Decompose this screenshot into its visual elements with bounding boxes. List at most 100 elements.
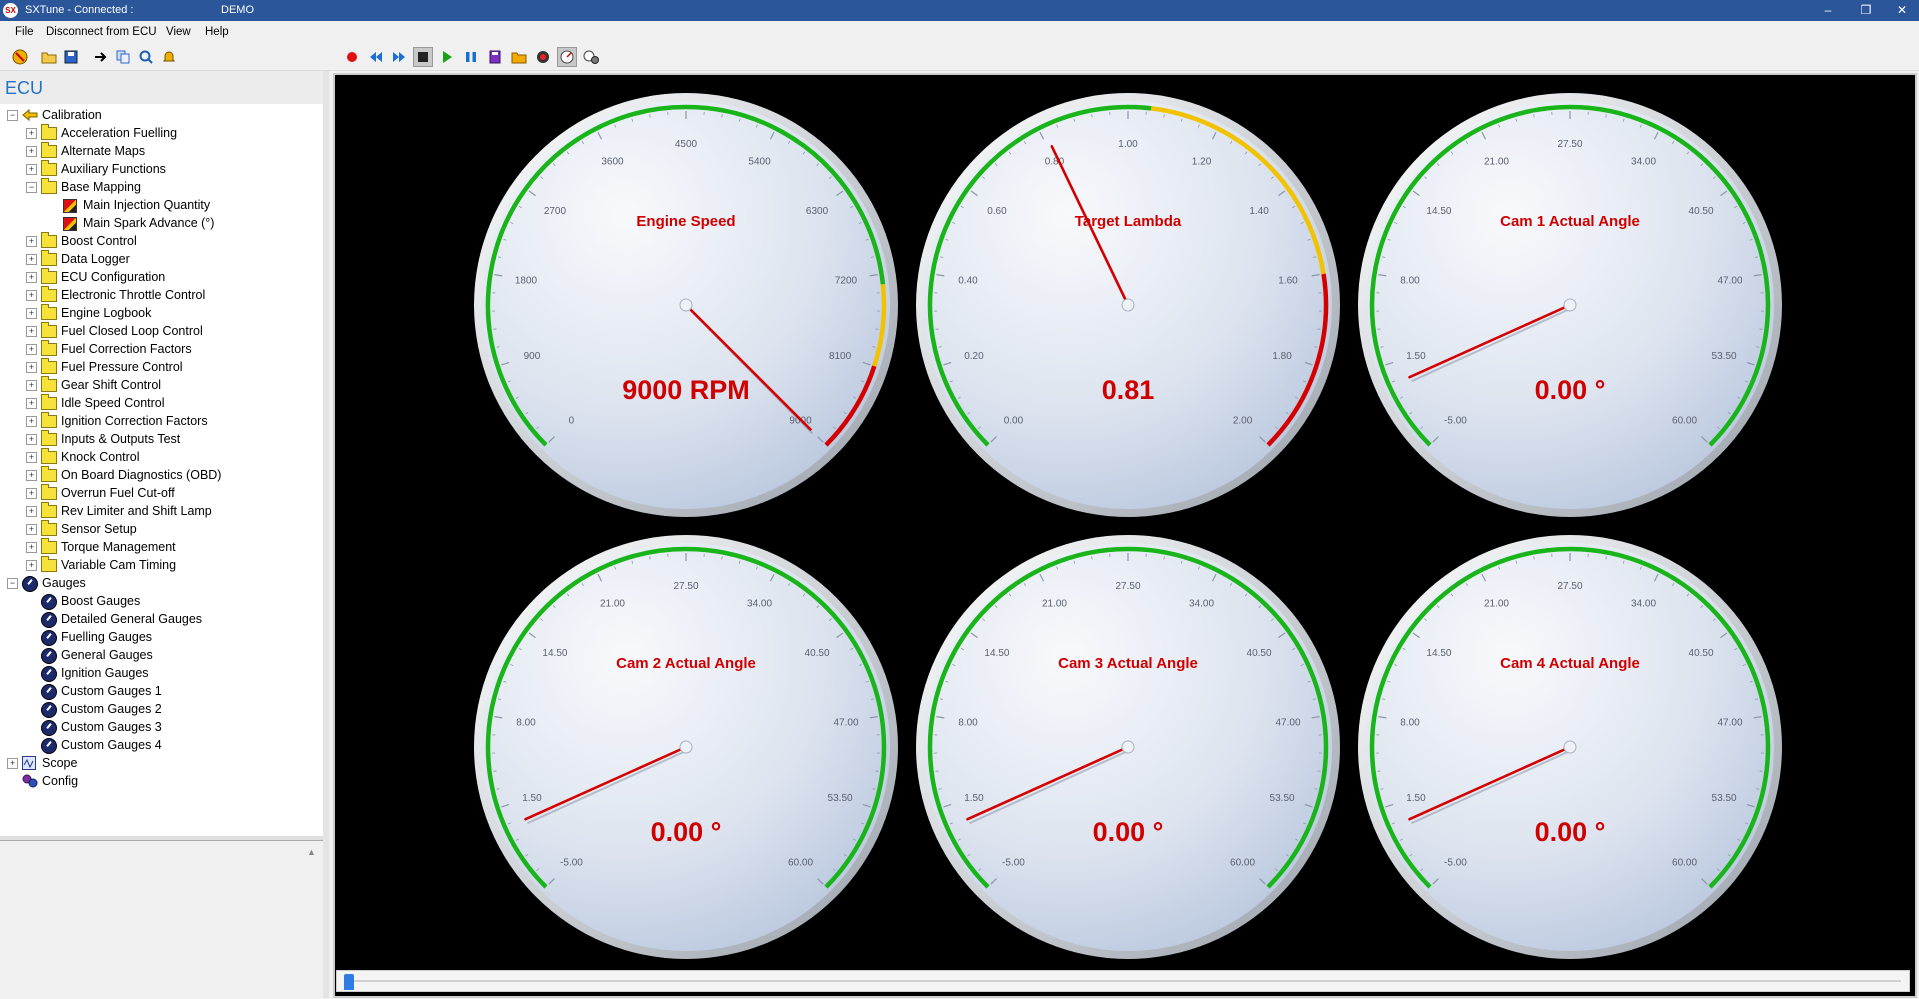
search-icon[interactable] [137,48,155,66]
tree-item[interactable]: +Scope [0,754,320,772]
tree-item[interactable]: −Base Mapping [0,178,320,196]
copy-icon[interactable] [114,48,132,66]
expand-icon[interactable]: + [26,488,37,499]
expand-icon[interactable]: + [26,290,37,301]
tree-item[interactable]: −Calibration [0,106,320,124]
folder-icon [41,415,57,428]
tree-item[interactable]: +ECU Configuration [0,268,320,286]
expand-icon[interactable]: + [26,254,37,265]
expand-icon[interactable]: + [26,272,37,283]
expand-icon[interactable]: + [26,362,37,373]
tree-item[interactable]: +Electronic Throttle Control [0,286,320,304]
tree-item[interactable]: +Overrun Fuel Cut-off [0,484,320,502]
expand-icon[interactable]: + [26,542,37,553]
expand-icon[interactable]: + [26,146,37,157]
scroll-up-icon[interactable]: ▲ [307,847,317,857]
stop-icon[interactable] [414,48,432,66]
expand-icon[interactable]: + [26,164,37,175]
menu-file[interactable]: File [15,26,34,38]
play-icon[interactable] [438,48,456,66]
save-log-icon[interactable] [486,48,504,66]
tree-item[interactable]: Main Spark Advance (°) [0,214,320,232]
arrow-right-icon[interactable] [92,48,110,66]
tree-item[interactable]: General Gauges [0,646,320,664]
tree-item[interactable]: Fuelling Gauges [0,628,320,646]
tree-item[interactable]: Boost Gauges [0,592,320,610]
menu-disconnect[interactable]: Disconnect from ECU [46,26,157,38]
open-log-icon[interactable] [510,48,528,66]
tree-item[interactable]: Config [0,772,320,790]
tree-item[interactable]: +On Board Diagnostics (OBD) [0,466,320,484]
gauge-config-icon[interactable] [582,48,600,66]
gauge-tick-label: 0.40 [958,276,978,287]
folder-icon [41,451,57,464]
collapse-icon[interactable]: − [7,110,18,121]
gauge: 0.000.200.400.600.801.001.201.401.601.80… [908,85,1348,525]
expand-icon[interactable]: + [26,236,37,247]
tree-item[interactable]: Custom Gauges 4 [0,736,320,754]
tree-item[interactable]: +Auxiliary Functions [0,160,320,178]
tree-item[interactable]: +Gear Shift Control [0,376,320,394]
tree-item[interactable]: +Ignition Correction Factors [0,412,320,430]
expand-icon[interactable]: + [26,326,37,337]
tree-item[interactable]: +Fuel Pressure Control [0,358,320,376]
tree-item[interactable]: +Sensor Setup [0,520,320,538]
gauge-settings-icon[interactable] [534,48,552,66]
tree-item[interactable]: Custom Gauges 3 [0,718,320,736]
open-folder-icon[interactable] [40,48,58,66]
expand-icon[interactable]: + [26,506,37,517]
expand-icon[interactable]: + [26,398,37,409]
rewind-icon[interactable] [367,48,385,66]
menu-view[interactable]: View [166,26,191,38]
pause-icon[interactable] [462,48,480,66]
record-icon[interactable] [343,48,361,66]
tree-item[interactable]: +Fuel Closed Loop Control [0,322,320,340]
menu-help[interactable]: Help [205,26,229,38]
gauge-icon [41,612,57,628]
save-icon[interactable] [62,48,80,66]
tree-item[interactable]: Ignition Gauges [0,664,320,682]
expand-icon[interactable]: + [26,416,37,427]
expand-icon[interactable]: + [26,344,37,355]
tree-item[interactable]: Custom Gauges 1 [0,682,320,700]
tree-item[interactable]: + Rev Limiter and Shift Lamp [0,502,320,520]
tree-item[interactable]: +Data Logger [0,250,320,268]
tree-item[interactable]: +Inputs & Outputs Test [0,430,320,448]
tree-item[interactable]: +Fuel Correction Factors [0,340,320,358]
bell-icon[interactable] [160,48,178,66]
tree-item[interactable]: Main Injection Quantity [0,196,320,214]
collapse-icon[interactable]: − [7,578,18,589]
expand-icon[interactable]: + [26,524,37,535]
close-button[interactable]: ✕ [1884,0,1919,21]
tree-item[interactable]: +Boost Control [0,232,320,250]
timeline-thumb[interactable] [344,974,354,990]
tree-item[interactable]: +Idle Speed Control [0,394,320,412]
expand-icon[interactable]: + [26,452,37,463]
collapse-icon[interactable]: − [26,182,37,193]
gauge-tick-label: 8100 [829,351,852,362]
tree-item[interactable]: +Alternate Maps [0,142,320,160]
expand-icon[interactable]: + [26,308,37,319]
expand-icon[interactable]: + [26,470,37,481]
playback-timeline[interactable] [336,970,1910,992]
tree-item-label: Rev Limiter and Shift Lamp [61,502,212,520]
expand-icon[interactable]: + [26,434,37,445]
fast-forward-icon[interactable] [390,48,408,66]
tree-item-label: Custom Gauges 3 [61,718,162,736]
expand-icon[interactable]: + [7,758,18,769]
tree-item[interactable]: +Variable Cam Timing [0,556,320,574]
tree-item[interactable]: +Acceleration Fuelling [0,124,320,142]
minimize-button[interactable]: – [1810,0,1846,21]
tree-item[interactable]: Custom Gauges 2 [0,700,320,718]
expand-icon[interactable]: + [26,128,37,139]
tree-item[interactable]: −Gauges [0,574,320,592]
speedometer-icon[interactable] [558,48,576,66]
tree-item[interactable]: +Torque Management [0,538,320,556]
tree-item[interactable]: +Engine Logbook [0,304,320,322]
expand-icon[interactable]: + [26,380,37,391]
stop-sign-icon[interactable] [11,48,29,66]
tree-item[interactable]: Detailed General Gauges [0,610,320,628]
restore-button[interactable]: ❐ [1848,0,1884,21]
expand-icon[interactable]: + [26,560,37,571]
tree-item[interactable]: +Knock Control [0,448,320,466]
